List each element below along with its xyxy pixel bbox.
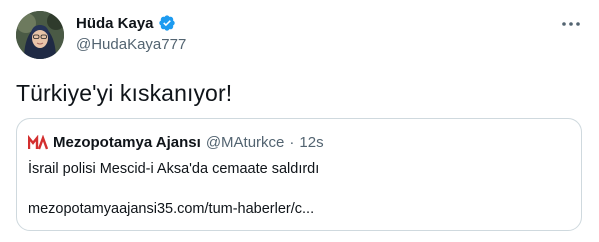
verified-badge-icon — [158, 15, 175, 31]
author-avatar[interactable] — [16, 11, 64, 59]
avatar-image — [16, 11, 64, 59]
author-display-name[interactable]: Hüda Kaya — [76, 15, 154, 32]
quoted-tweet-header: Mezopotamya Ajansı @MAturkce · 12s — [28, 134, 324, 151]
quoted-tweet-text: İsrail polisi Mescid-i Aksa'da cemaate s… — [28, 161, 320, 177]
more-horizontal-icon[interactable] — [557, 14, 585, 34]
tweet-card: Hüda Kaya @HudaKaya777 Türkiye'yi kıskan… — [0, 0, 599, 242]
author-name-row: Hüda Kaya — [76, 14, 176, 32]
ma-logo-icon — [28, 134, 48, 149]
quoted-separator: · — [289, 134, 295, 151]
quoted-timestamp[interactable]: 12s — [299, 134, 323, 151]
quoted-handle[interactable]: @MAturkce — [206, 134, 285, 151]
tweet-text: Türkiye'yi kıskanıyor! — [16, 80, 233, 106]
quoted-tweet-card[interactable]: Mezopotamya Ajansı @MAturkce · 12s İsrai… — [16, 118, 582, 231]
quoted-tweet-link[interactable]: mezopotamyaajansi35.com/tum-haberler/c..… — [28, 201, 314, 217]
author-handle[interactable]: @HudaKaya777 — [76, 36, 186, 53]
quoted-source-name[interactable]: Mezopotamya Ajansı — [53, 134, 201, 151]
